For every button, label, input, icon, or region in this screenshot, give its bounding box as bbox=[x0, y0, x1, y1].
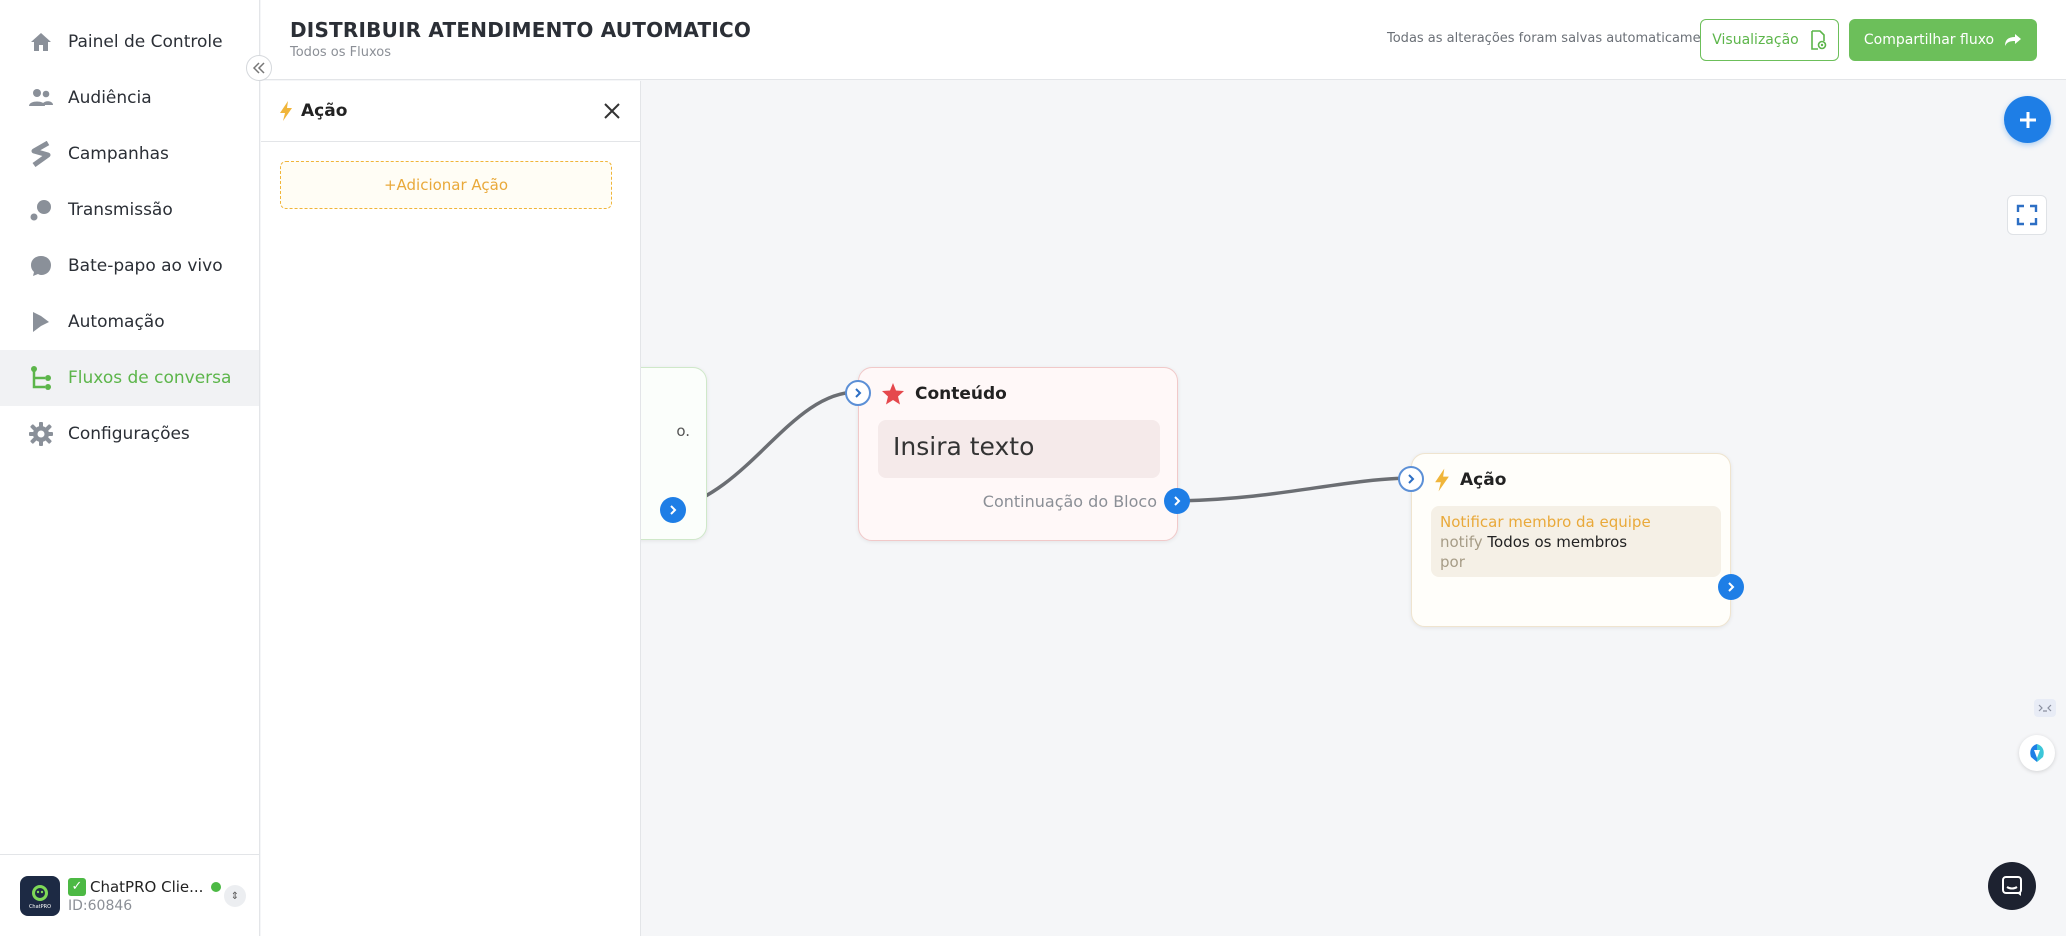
lightning-icon bbox=[280, 101, 292, 121]
flow-canvas[interactable]: o. Conteúdo Insira texto Continuação do … bbox=[641, 81, 2066, 936]
action-panel: Ação +Adicionar Ação bbox=[261, 81, 641, 936]
preview-button-label: Visualização bbox=[1712, 32, 1799, 48]
preview-icon bbox=[1810, 30, 1827, 50]
users-icon bbox=[28, 85, 54, 111]
sidebar-item-label: Transmissão bbox=[68, 200, 173, 220]
verified-check-icon: ✓ bbox=[68, 877, 86, 896]
content-node-input-port[interactable] bbox=[845, 380, 871, 406]
content-text-box[interactable]: Insira texto bbox=[878, 420, 1160, 478]
content-node[interactable]: Conteúdo Insira texto Continuação do Blo… bbox=[858, 367, 1178, 541]
automation-icon bbox=[28, 309, 54, 335]
sidebar-item-label: Campanhas bbox=[68, 144, 169, 164]
add-action-button[interactable]: +Adicionar Ação bbox=[280, 161, 612, 209]
collapse-sidebar-button[interactable] bbox=[246, 55, 272, 81]
page-title: DISTRIBUIR ATENDIMENTO AUTOMATICO bbox=[290, 18, 752, 42]
svg-text:ChatPRO: ChatPRO bbox=[29, 904, 51, 910]
notify-value: Todos os membros bbox=[1487, 533, 1628, 551]
content-node-title: Conteúdo bbox=[915, 384, 1007, 404]
sidebar-item-audiencia[interactable]: Audiência bbox=[0, 70, 259, 126]
account-switcher[interactable]: ChatPRO ✓ ChatPRO Clie... ID:60846 ⇕ bbox=[0, 854, 259, 936]
chat-bubble-icon bbox=[28, 253, 54, 279]
close-icon[interactable] bbox=[600, 99, 624, 123]
account-name: ChatPRO Clie... bbox=[90, 877, 204, 896]
chevron-right-icon bbox=[1408, 474, 1415, 484]
chevron-right-icon bbox=[855, 388, 862, 398]
notify-action-box[interactable]: Notificar membro da equipe notify Todos … bbox=[1431, 506, 1721, 577]
breadcrumb[interactable]: Todos os Fluxos bbox=[290, 45, 391, 60]
support-chat-button[interactable] bbox=[1988, 862, 2036, 910]
online-status-dot bbox=[211, 881, 222, 892]
campaign-icon bbox=[28, 141, 54, 167]
flow-header: DISTRIBUIR ATENDIMENTO AUTOMATICO Todos … bbox=[261, 0, 2066, 80]
sidebar-item-configuracoes[interactable]: Configurações bbox=[0, 406, 259, 462]
connections-layer bbox=[672, 390, 1412, 511]
fit-view-button[interactable] bbox=[2007, 195, 2047, 235]
action-node-title: Ação bbox=[1460, 470, 1507, 490]
account-id: ID:60846 bbox=[68, 897, 133, 914]
notify-label: notify bbox=[1440, 533, 1483, 551]
chat-icon bbox=[2002, 876, 2022, 896]
action-node-input-port[interactable] bbox=[1398, 466, 1424, 492]
widget-toggle-icon[interactable] bbox=[2034, 699, 2056, 717]
chevron-right-icon bbox=[1174, 496, 1181, 506]
sidebar: Painel de Controle Audiência Campanhas T… bbox=[0, 0, 260, 936]
share-flow-button[interactable]: Compartilhar fluxo bbox=[1849, 19, 2037, 61]
sidebar-item-label: Configurações bbox=[68, 424, 190, 444]
autosave-status: Todas as alterações foram salvas automat… bbox=[1387, 31, 1722, 46]
home-icon bbox=[28, 29, 54, 55]
connection-content-to-action bbox=[1176, 476, 1412, 503]
flow-icon bbox=[28, 365, 54, 391]
preview-button[interactable]: Visualização bbox=[1700, 19, 1839, 61]
account-toggle-icon[interactable]: ⇕ bbox=[224, 885, 246, 907]
sidebar-item-label: Fluxos de conversa bbox=[68, 368, 232, 388]
sidebar-item-transmissao[interactable]: Transmissão bbox=[0, 182, 259, 238]
lightning-icon bbox=[1435, 468, 1449, 492]
action-node[interactable]: Ação Notificar membro da equipe notify T… bbox=[1411, 453, 1731, 627]
sidebar-item-bate-papo[interactable]: Bate-papo ao vivo bbox=[0, 238, 259, 294]
share-arrow-icon bbox=[2005, 34, 2022, 46]
chevron-right-icon bbox=[1728, 582, 1735, 592]
sidebar-item-fluxos-de-conversa[interactable]: Fluxos de conversa bbox=[0, 350, 259, 406]
expand-icon bbox=[2016, 204, 2038, 226]
broadcast-icon bbox=[28, 197, 54, 223]
sidebar-item-painel-de-controle[interactable]: Painel de Controle bbox=[0, 14, 259, 70]
sidebar-item-campanhas[interactable]: Campanhas bbox=[0, 126, 259, 182]
account-logo: ChatPRO bbox=[20, 875, 60, 916]
share-button-label: Compartilhar fluxo bbox=[1863, 32, 1995, 48]
by-label: por bbox=[1440, 553, 1465, 571]
assistant-widget-icon[interactable] bbox=[2019, 735, 2055, 771]
panel-title: Ação bbox=[301, 101, 348, 121]
action-name: Notificar membro da equipe bbox=[1440, 513, 1651, 531]
content-node-output-port[interactable] bbox=[1164, 488, 1190, 514]
sidebar-item-label: Automação bbox=[68, 312, 165, 332]
sidebar-item-label: Painel de Controle bbox=[68, 32, 223, 52]
sidebar-item-label: Audiência bbox=[68, 88, 152, 108]
action-node-output-port[interactable] bbox=[1718, 574, 1744, 600]
chevron-right-icon bbox=[670, 505, 677, 515]
star-icon bbox=[882, 383, 904, 405]
plus-icon bbox=[2019, 111, 2036, 128]
add-node-button[interactable] bbox=[2004, 96, 2051, 143]
gear-icon bbox=[28, 421, 54, 447]
sidebar-item-automacao[interactable]: Automação bbox=[0, 294, 259, 350]
start-node-output-port[interactable] bbox=[660, 497, 686, 523]
sidebar-item-label: Bate-papo ao vivo bbox=[68, 256, 223, 276]
start-node-text: o. bbox=[676, 422, 690, 440]
block-continuation-label: Continuação do Bloco bbox=[982, 492, 1157, 511]
